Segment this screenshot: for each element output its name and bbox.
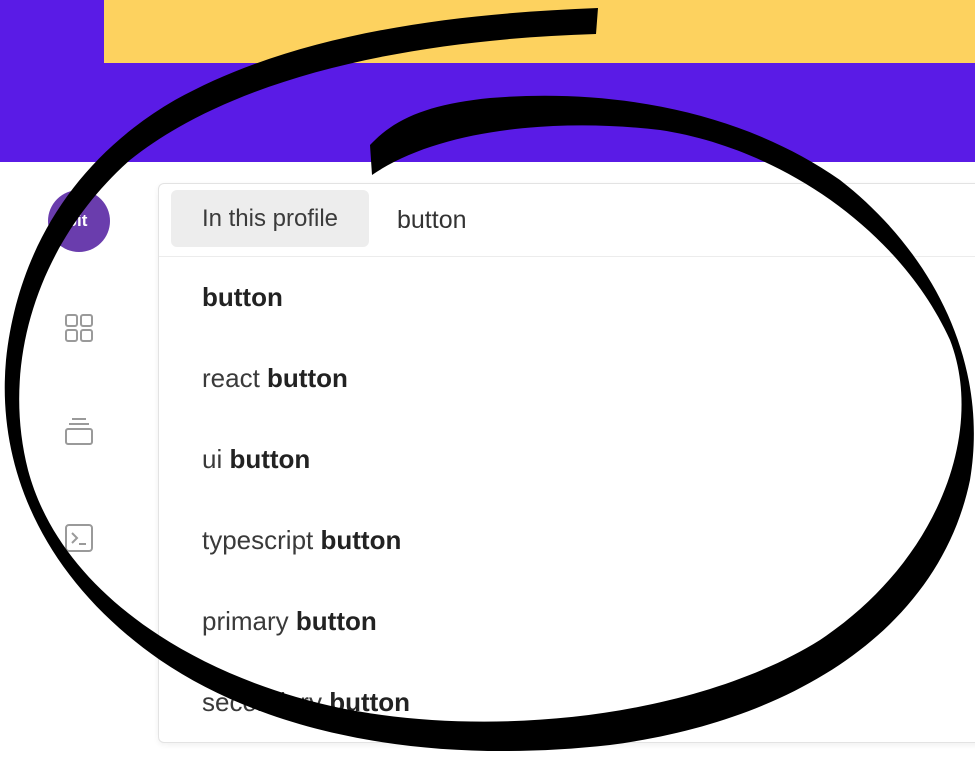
- grid-icon[interactable]: [62, 311, 96, 345]
- suggestion-item[interactable]: primary button: [159, 581, 975, 662]
- suggestion-prefix: ui: [202, 444, 230, 474]
- suggestion-prefix: secondary: [202, 687, 330, 717]
- page: bit In this profile button reac: [0, 0, 975, 759]
- avatar[interactable]: bit: [48, 190, 110, 252]
- suggestion-prefix: primary: [202, 606, 296, 636]
- search-input[interactable]: [397, 196, 957, 244]
- search-dropdown: In this profile button react button ui b…: [158, 183, 975, 743]
- avatar-text: bit: [66, 211, 88, 230]
- stack-icon[interactable]: [62, 414, 96, 448]
- suggestion-item[interactable]: ui button: [159, 419, 975, 500]
- suggestion-match: button: [329, 687, 411, 717]
- suggestion-prefix: typescript: [202, 525, 321, 555]
- suggestion-item[interactable]: button: [159, 257, 975, 338]
- search-scope-chip[interactable]: In this profile: [171, 190, 369, 247]
- suggestion-match: button: [229, 444, 311, 474]
- suggestion-item[interactable]: typescript button: [159, 500, 975, 581]
- search-bar: In this profile: [159, 184, 975, 257]
- suggestion-match: button: [295, 606, 377, 636]
- suggestion-prefix: react: [202, 363, 268, 393]
- suggestion-list: button react button ui button typescript…: [159, 257, 975, 742]
- suggestion-match: button: [267, 363, 348, 393]
- suggestion-item[interactable]: react button: [159, 338, 975, 419]
- terminal-icon[interactable]: [62, 521, 96, 555]
- suggestion-match: button: [320, 525, 402, 555]
- suggestion-item[interactable]: secondary button: [159, 662, 975, 742]
- suggestion-match: button: [202, 282, 283, 312]
- hero-banner-accent: [104, 0, 975, 63]
